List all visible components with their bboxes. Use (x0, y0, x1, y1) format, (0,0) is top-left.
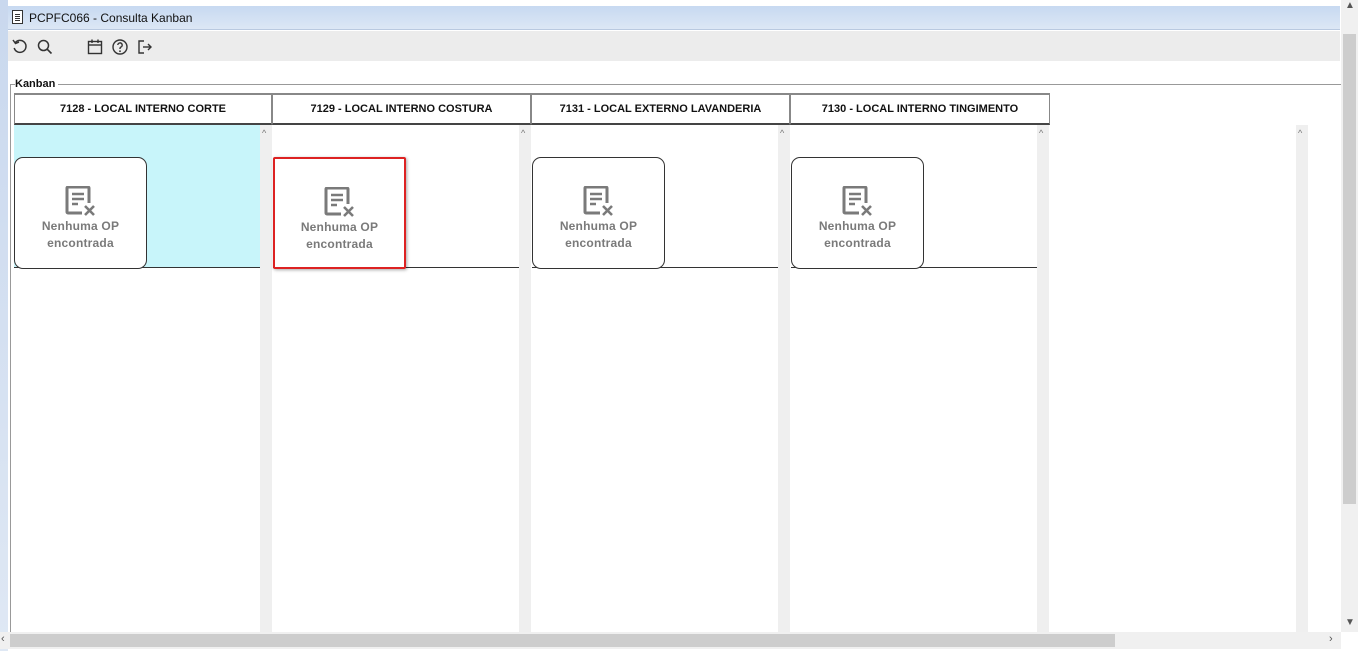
column-scrollbar[interactable]: ^ (778, 125, 790, 632)
kanban-group-border-left (10, 84, 11, 632)
column-header[interactable]: 7130 - LOCAL INTERNO TINGIMENTO (790, 93, 1050, 125)
window-title: PCPFC066 - Consulta Kanban (29, 11, 193, 25)
scroll-down-icon[interactable]: ▼ (1345, 617, 1355, 628)
empty-card[interactable]: Nenhuma OP encontrada (273, 157, 406, 269)
help-icon[interactable] (111, 38, 129, 56)
scroll-right-icon[interactable]: › (1329, 633, 1333, 645)
scroll-thumb[interactable] (1343, 34, 1356, 504)
empty-card[interactable]: Nenhuma OP encontrada (14, 157, 147, 269)
empty-message: Nenhuma OP encontrada (559, 219, 638, 250)
board-scrollbar[interactable]: ^ (1296, 125, 1308, 632)
refresh-icon[interactable] (11, 38, 29, 56)
title-bar[interactable]: PCPFC066 - Consulta Kanban (8, 6, 1340, 30)
scroll-left-icon[interactable]: ‹ (1, 633, 5, 645)
scroll-up-icon[interactable]: ▲ (1345, 0, 1355, 11)
no-results-icon (65, 186, 96, 216)
column-header[interactable]: 7128 - LOCAL INTERNO CORTE (14, 93, 272, 125)
column-scrollbar[interactable]: ^ (260, 125, 272, 632)
empty-card[interactable]: Nenhuma OP encontrada (532, 157, 665, 269)
kanban-group-border (10, 84, 1341, 85)
no-results-icon (583, 186, 614, 216)
empty-message: Nenhuma OP encontrada (41, 219, 120, 250)
column-scrollbar[interactable]: ^ (519, 125, 531, 632)
scroll-thumb[interactable] (10, 634, 1115, 647)
kanban-group-label: Kanban (15, 78, 59, 90)
empty-message: Nenhuma OP encontrada (300, 220, 379, 251)
calendar-icon[interactable] (86, 38, 104, 56)
exit-icon[interactable] (136, 38, 154, 56)
kanban-window: PCPFC066 - Consulta Kanban Kanban 7128 -… (0, 0, 1358, 651)
window-vertical-scrollbar[interactable]: ▲ ▼ (1341, 0, 1358, 632)
column-scrollbar[interactable]: ^ (1037, 125, 1049, 632)
search-icon[interactable] (36, 38, 54, 56)
toolbar (8, 31, 1340, 61)
column-header[interactable]: 7131 - LOCAL EXTERNO LAVANDERIA (531, 93, 790, 125)
document-icon (12, 10, 23, 24)
window-left-edge (0, 0, 8, 651)
empty-message: Nenhuma OP encontrada (818, 219, 897, 250)
empty-card[interactable]: Nenhuma OP encontrada (791, 157, 924, 269)
column-header[interactable]: 7129 - LOCAL INTERNO COSTURA (272, 93, 531, 125)
no-results-icon (842, 186, 873, 216)
no-results-icon (324, 187, 355, 217)
window-horizontal-scrollbar[interactable]: ‹ › (0, 632, 1341, 649)
